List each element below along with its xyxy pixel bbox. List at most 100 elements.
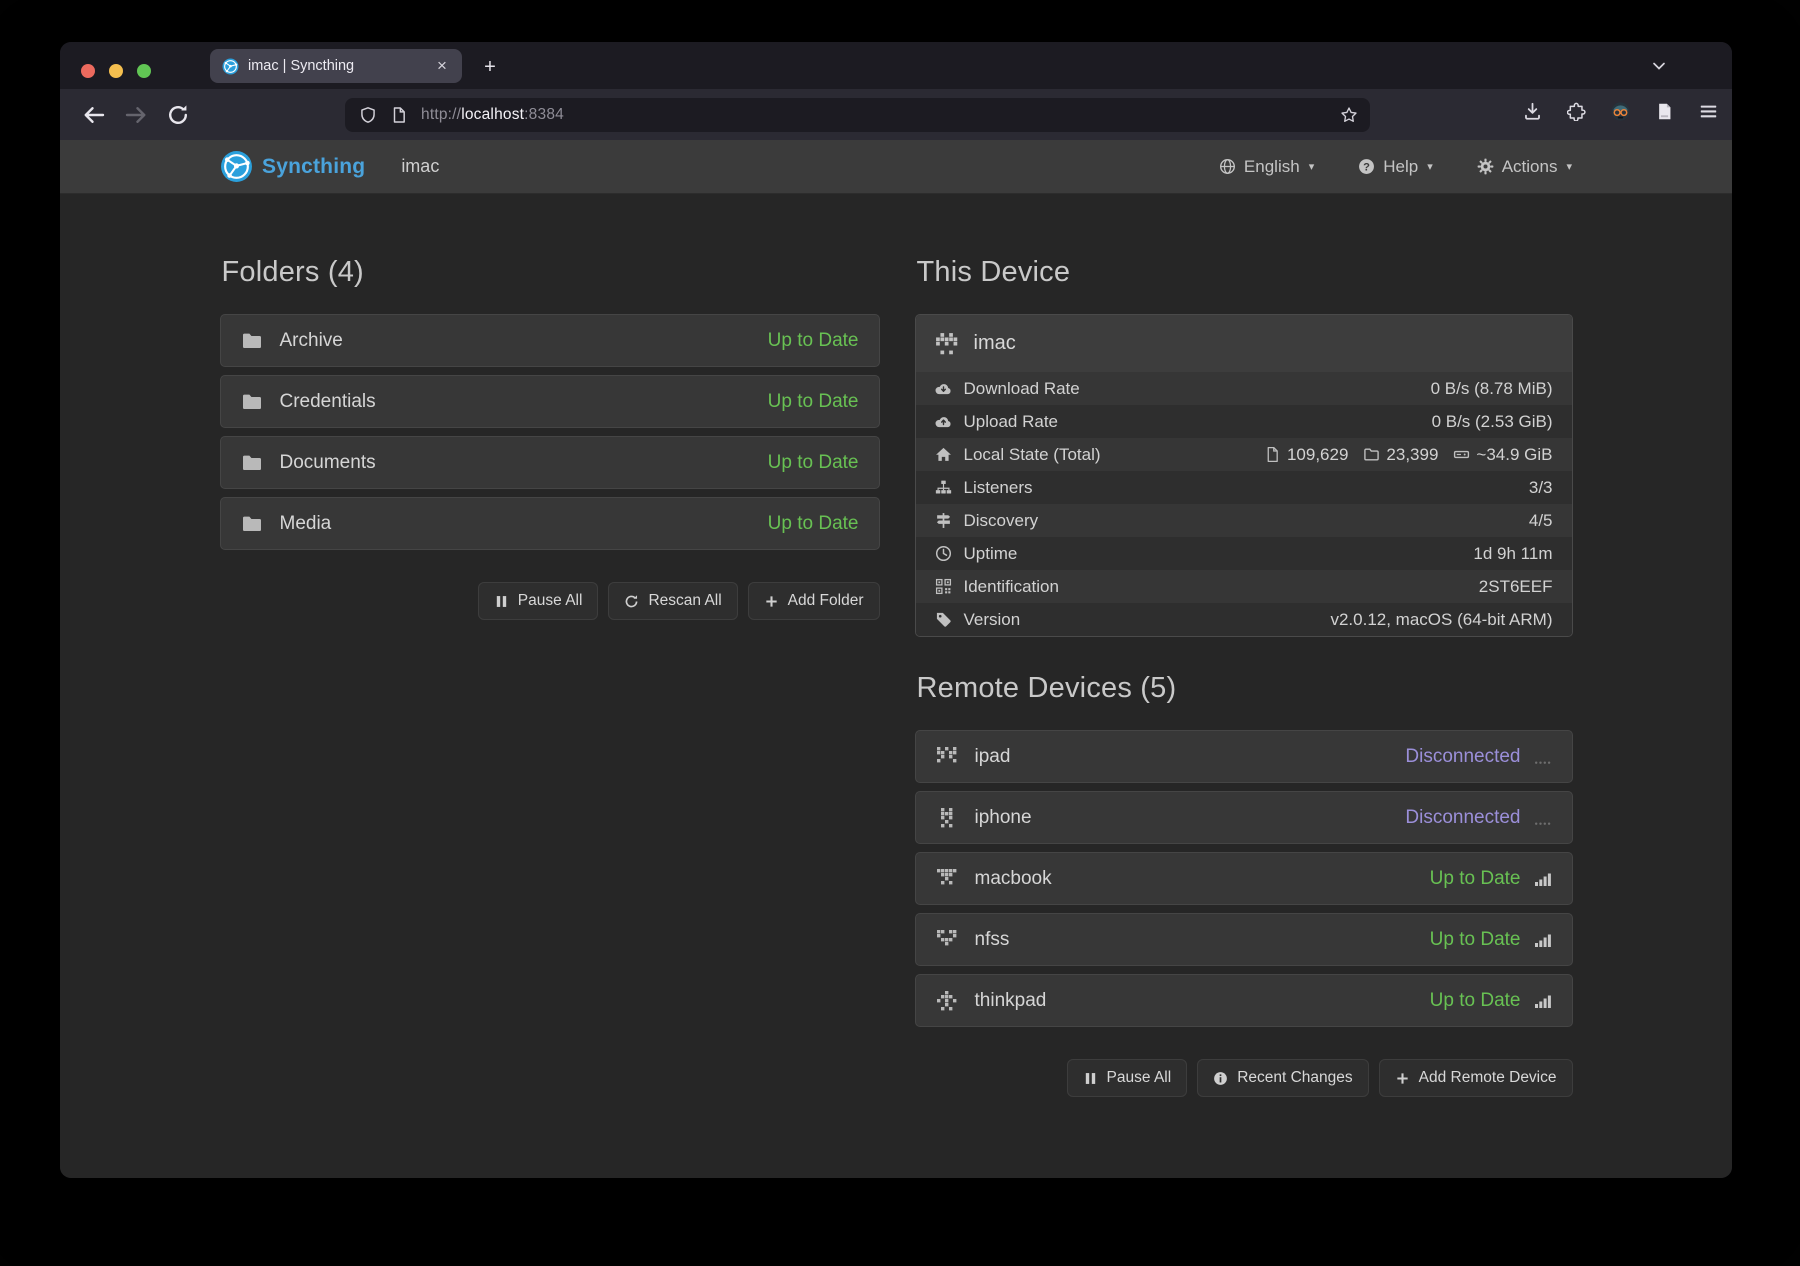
folder-status-wrap: Up to Date	[768, 513, 859, 535]
site-info-icon[interactable]	[390, 106, 408, 124]
hamburger-icon[interactable]	[1699, 102, 1718, 121]
folders-rescan-all-button[interactable]: Rescan All	[608, 582, 737, 620]
devices-pause-all-button[interactable]: Pause All	[1067, 1059, 1188, 1097]
account-avatar[interactable]	[1611, 102, 1630, 121]
minimize-window-button[interactable]	[109, 64, 123, 78]
stat-value-part: 23,399	[1363, 445, 1438, 465]
forward-button[interactable]	[124, 103, 148, 127]
url-text: http://localhost:8384	[421, 106, 1340, 124]
tab-close-icon[interactable]: ×	[432, 56, 452, 76]
device-row-macbook[interactable]: macbookUp to Date	[915, 852, 1573, 905]
stat-label: Identification	[964, 577, 1059, 597]
pause-icon	[494, 594, 509, 609]
svg-text:?: ?	[1363, 161, 1370, 173]
stat-row-version: Versionv2.0.12, macOS (64-bit ARM)	[916, 603, 1572, 636]
signal-bars-icon	[1534, 871, 1552, 887]
puzzle-icon[interactable]	[1567, 102, 1586, 121]
stat-value: 109,62923,399~34.9 GiB	[1264, 445, 1553, 465]
page-device-title: imac	[401, 156, 439, 177]
folders-heading: Folders (4)	[222, 256, 880, 289]
cloud-upload-icon	[935, 413, 952, 430]
menu-english[interactable]: English▾	[1219, 157, 1314, 177]
signal-dots-icon	[1534, 810, 1552, 826]
this-device-heading: This Device	[917, 256, 1573, 289]
device-row-iphone[interactable]: iphone Disconnected	[915, 791, 1573, 844]
folder-status-wrap: Up to Date	[768, 452, 859, 474]
plus-icon	[1395, 1071, 1410, 1086]
stat-row-identification: Identification 2ST6EEF	[916, 570, 1572, 603]
new-tab-button[interactable]: +	[477, 54, 503, 80]
clock-icon	[935, 545, 952, 562]
sitemap-icon	[935, 479, 952, 496]
home-icon	[935, 446, 952, 463]
device-row-ipad[interactable]: ipadDisconnected	[915, 730, 1573, 783]
menu-label: Help	[1383, 157, 1418, 177]
stat-value: 3/3	[1529, 478, 1553, 498]
folders-pause-all-button[interactable]: Pause All	[478, 582, 599, 620]
device-row-nfss[interactable]: nfssUp to Date	[915, 913, 1573, 966]
signal-bars-icon	[1534, 993, 1552, 1009]
file-icon	[1264, 446, 1281, 463]
folder-icon	[241, 452, 263, 474]
stat-value: 0 B/s (8.78 MiB)	[1431, 379, 1553, 399]
menu-help[interactable]: ? Help ▾	[1358, 157, 1433, 177]
folder-row-documents[interactable]: DocumentsUp to Date	[220, 436, 880, 489]
menu-actions[interactable]: Actions▾	[1477, 157, 1572, 177]
folder-row-media[interactable]: Media Up to Date	[220, 497, 880, 550]
folder-icon	[241, 513, 263, 535]
bookmark-star-icon[interactable]	[1340, 106, 1358, 124]
question-icon: ?	[1358, 158, 1375, 175]
button-label: Pause All	[518, 592, 583, 610]
folder-name: Media	[280, 513, 332, 535]
device-status-badge: Disconnected	[1405, 746, 1520, 768]
caret-down-icon: ▾	[1427, 160, 1433, 173]
menu-label: Actions	[1502, 157, 1558, 177]
stat-row-upload-rate: Upload Rate0 B/s (2.53 GiB)	[916, 405, 1572, 438]
url-bar[interactable]: http://localhost:8384	[345, 98, 1370, 132]
device-identicon	[936, 807, 958, 829]
device-name: thinkpad	[975, 990, 1047, 1012]
devices-add-remote-device-button[interactable]: Add Remote Device	[1379, 1059, 1573, 1097]
shield-icon[interactable]	[359, 106, 377, 124]
reload-button[interactable]	[166, 103, 190, 127]
device-id-link[interactable]: 2ST6EEF	[1479, 577, 1553, 597]
device-status-wrap: Disconnected	[1405, 807, 1551, 829]
folder-status-badge: Up to Date	[768, 513, 859, 535]
this-device-panel: imac Download Rate0 B/s (8.78 MiB)Upload…	[915, 314, 1573, 637]
device-status-badge: Up to Date	[1430, 990, 1521, 1012]
back-button[interactable]	[82, 103, 106, 127]
folder-row-credentials[interactable]: CredentialsUp to Date	[220, 375, 880, 428]
browser-tab[interactable]: imac | Syncthing ×	[210, 49, 462, 83]
stat-row-listeners: Listeners3/3	[916, 471, 1572, 504]
this-device-header[interactable]: imac	[916, 315, 1572, 372]
folders-add-folder-button[interactable]: Add Folder	[748, 582, 880, 620]
folder-status-wrap: Up to Date	[768, 391, 859, 413]
page-icon[interactable]	[1655, 102, 1674, 121]
brand-link[interactable]: Syncthing	[220, 150, 365, 183]
device-status-badge: Disconnected	[1405, 807, 1520, 829]
devices-recent-changes-button[interactable]: Recent Changes	[1197, 1059, 1368, 1097]
zoom-window-button[interactable]	[137, 64, 151, 78]
device-row-thinkpad[interactable]: thinkpad Up to Date	[915, 974, 1573, 1027]
stat-row-discovery: Discovery4/5	[916, 504, 1572, 537]
device-status-wrap: Up to Date	[1430, 990, 1552, 1012]
device-identicon	[936, 746, 958, 768]
folder-status-badge: Up to Date	[768, 330, 859, 352]
stat-value-part: ~34.9 GiB	[1453, 445, 1552, 465]
folder-status-badge: Up to Date	[768, 391, 859, 413]
syncthing-app: Syncthing imac English▾? Help ▾ Actions▾ Fo…	[60, 140, 1732, 1178]
folder-row-archive[interactable]: Archive Up to Date	[220, 314, 880, 367]
folder-status-wrap: Up to Date	[768, 330, 859, 352]
download-icon[interactable]	[1523, 102, 1542, 121]
device-name: iphone	[975, 807, 1032, 829]
signpost-icon	[935, 512, 952, 529]
tab-list-chevron-icon[interactable]	[1648, 58, 1670, 74]
stat-row-uptime: Uptime1d 9h 11m	[916, 537, 1572, 570]
folder-name: Archive	[280, 330, 343, 352]
pause-icon	[1083, 1071, 1098, 1086]
browser-toolbar: http://localhost:8384	[60, 89, 1732, 140]
stat-value: 0 B/s (2.53 GiB)	[1432, 412, 1553, 432]
close-window-button[interactable]	[81, 64, 95, 78]
button-label: Pause All	[1107, 1069, 1172, 1087]
device-identicon	[936, 929, 958, 951]
